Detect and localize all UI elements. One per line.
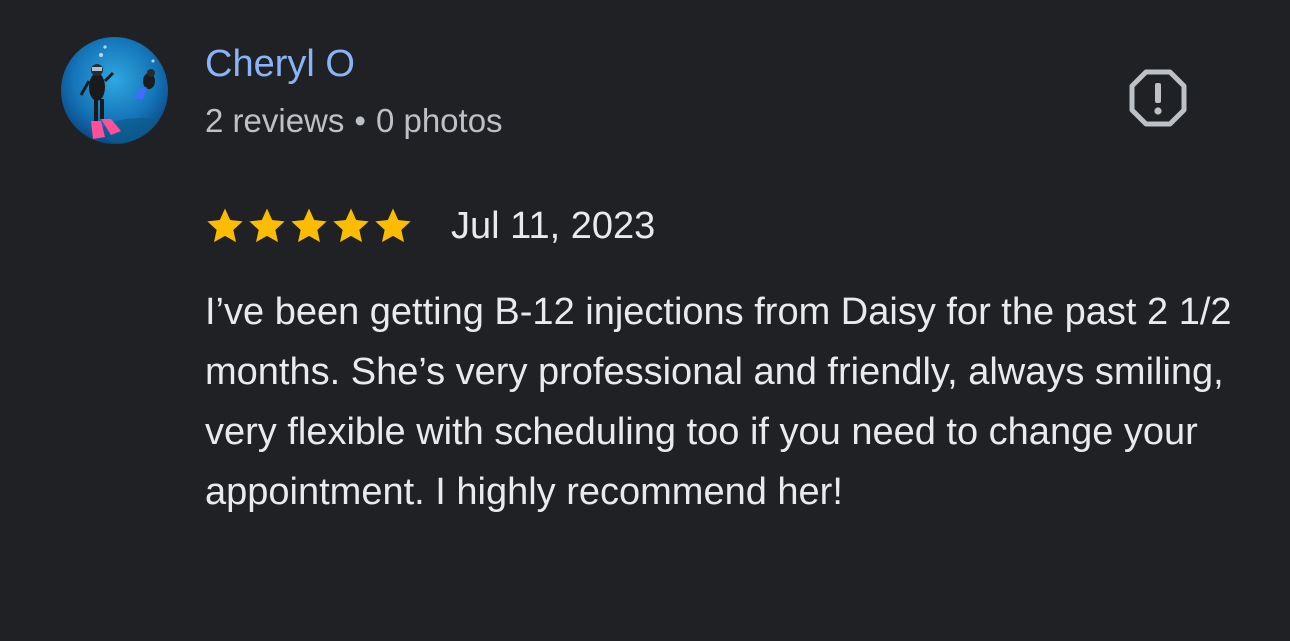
avatar-photo-scuba-diver bbox=[61, 37, 168, 144]
reviewer-name-link[interactable]: Cheryl O bbox=[205, 40, 355, 88]
reviews-count: 2 reviews bbox=[205, 102, 345, 139]
meta-separator: • bbox=[354, 102, 366, 139]
report-icon bbox=[1129, 69, 1187, 127]
star-icon bbox=[375, 208, 411, 243]
rating-row: Jul 11, 2023 bbox=[205, 198, 655, 254]
review-card: Cheryl O 2 reviews • 0 photos Jul 11, 2023… bbox=[0, 0, 1290, 641]
reviewer-avatar[interactable] bbox=[61, 37, 168, 144]
photos-count: 0 photos bbox=[375, 102, 503, 139]
reviewer-stats: 2 reviews • 0 photos bbox=[205, 100, 503, 142]
star-rating bbox=[205, 206, 413, 246]
review-text: I’ve been getting B-12 injections from D… bbox=[205, 291, 1232, 513]
star-icon bbox=[249, 208, 285, 243]
review-date: Jul 11, 2023 bbox=[451, 205, 656, 247]
star-icon bbox=[333, 208, 369, 243]
star-icon bbox=[207, 208, 243, 243]
report-review-button[interactable] bbox=[1126, 66, 1190, 130]
star-icon bbox=[291, 208, 327, 243]
